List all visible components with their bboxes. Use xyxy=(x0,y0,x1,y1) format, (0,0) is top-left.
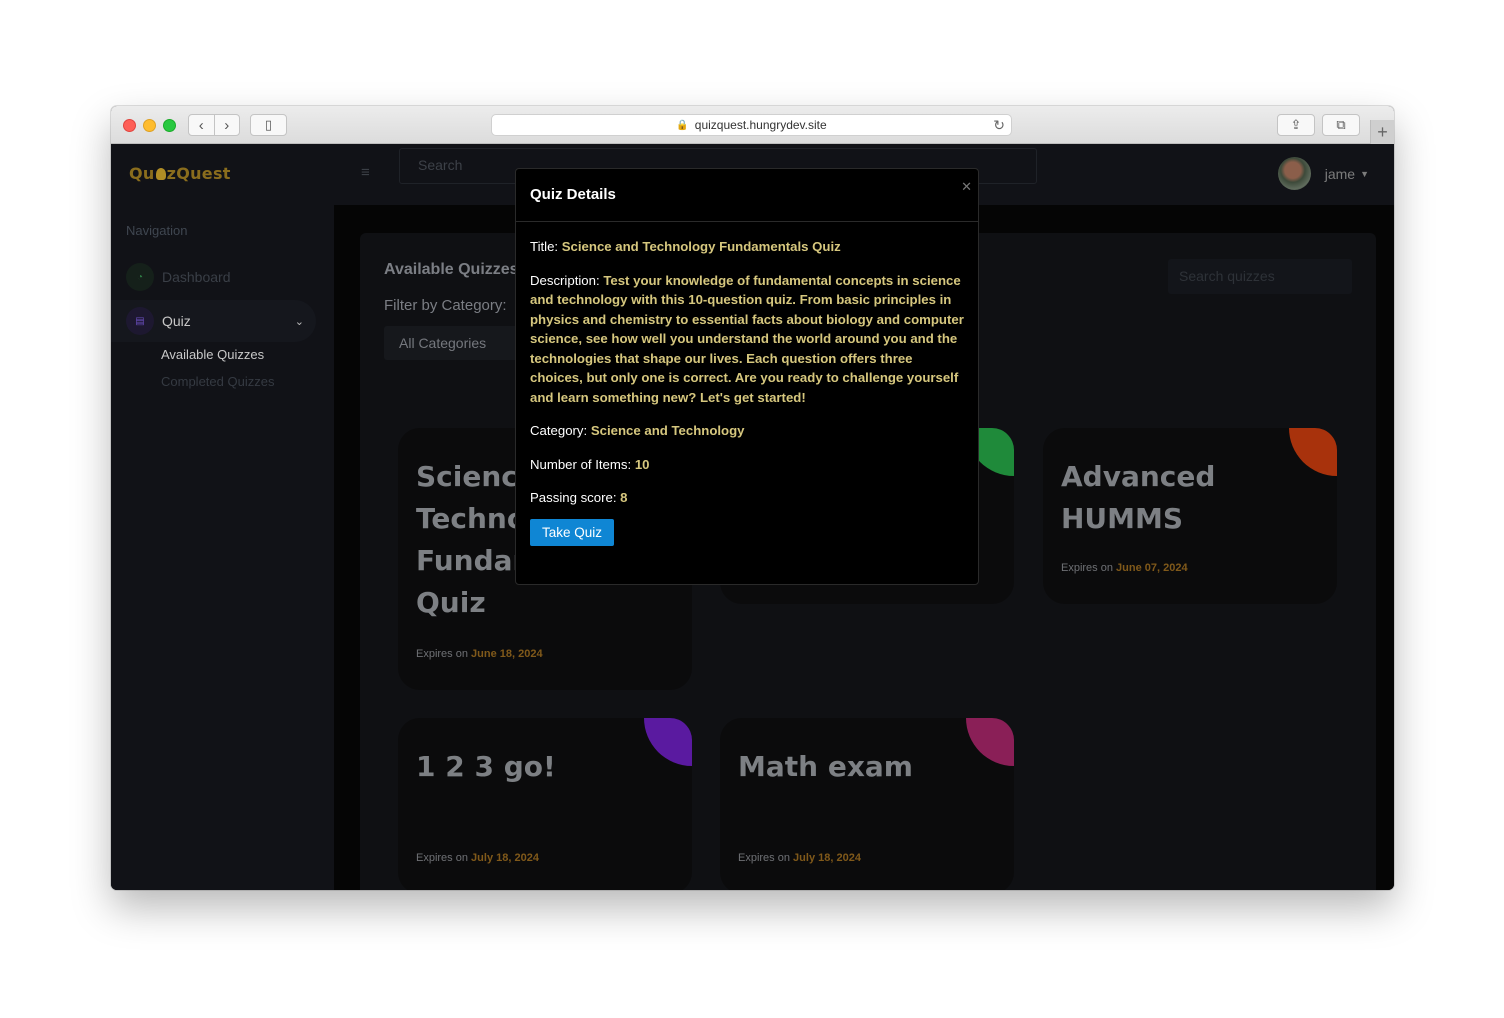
app-logo[interactable]: Qu zQuest xyxy=(129,164,231,183)
expires-date: June 18, 2024 xyxy=(471,648,543,660)
avatar[interactable] xyxy=(1277,157,1311,190)
sidebar-toggle-icon[interactable]: ▯ xyxy=(250,114,287,136)
quiz-card[interactable]: Math exam Expires on July 18, 2024 xyxy=(720,718,1014,890)
sidebar-item-quiz[interactable]: ▤ Quiz ⌄ xyxy=(111,300,316,342)
detail-label: Category: xyxy=(530,423,588,438)
detail-value: 8 xyxy=(620,490,628,505)
history-nav: ‹ › xyxy=(188,114,240,136)
reload-icon[interactable]: ↻ xyxy=(993,117,1005,134)
expires-label: Expires on xyxy=(1061,562,1113,574)
url-text: quizquest.hungrydev.site xyxy=(694,118,827,132)
detail-label: Number of Items: xyxy=(530,456,632,472)
nav-section-title: Navigation xyxy=(126,223,188,238)
quiz-card-expiry: Expires on June 07, 2024 xyxy=(1061,562,1188,574)
menu-icon[interactable]: ≡ xyxy=(361,164,370,181)
close-window-button[interactable] xyxy=(123,119,136,132)
detail-label: Passing score: xyxy=(530,490,617,505)
new-tab-icon[interactable]: + xyxy=(1370,120,1394,144)
filter-label: Filter by Category: xyxy=(384,297,507,314)
back-icon[interactable]: ‹ xyxy=(189,115,215,135)
detail-label: Description: xyxy=(530,272,600,288)
list-icon: ▤ xyxy=(126,307,154,335)
detail-description: Description: Test your knowledge of fund… xyxy=(530,271,964,408)
forward-icon[interactable]: › xyxy=(215,115,240,135)
close-icon[interactable]: ✕ xyxy=(961,179,972,195)
quiz-details-modal: Quiz Details ✕ Title: Science and Techno… xyxy=(515,168,979,585)
share-icon[interactable]: ⇪ xyxy=(1277,114,1315,136)
quiz-card-title: 1 2 3 go! xyxy=(416,750,556,783)
address-bar[interactable]: 🔒 quizquest.hungrydev.site ↻ xyxy=(491,114,1012,136)
modal-body: Title: Science and Technology Fundamenta… xyxy=(516,222,978,546)
sidebar-item-dashboard[interactable]: ◔ Dashboard xyxy=(111,256,316,298)
sidebar-item-label: Quiz xyxy=(162,313,191,329)
modal-header: Quiz Details ✕ xyxy=(516,169,978,222)
page-title: Available Quizzes xyxy=(384,261,519,278)
quiz-card[interactable]: Advanced HUMMS Expires on June 07, 2024 xyxy=(1043,428,1337,604)
detail-value: Test your knowledge of fundamental conce… xyxy=(530,272,964,405)
lock-icon: 🔒 xyxy=(676,119,689,131)
expires-date: June 07, 2024 xyxy=(1116,562,1188,574)
sidebar: Qu zQuest Navigation ◔ Dashboard ▤ Quiz ⌄… xyxy=(111,144,334,890)
detail-value: 10 xyxy=(634,456,650,472)
detail-items: Number of Items: 10 xyxy=(530,455,964,475)
detail-category: Category: Science and Technology xyxy=(530,421,964,441)
quiz-card-expiry: Expires on July 18, 2024 xyxy=(416,852,539,864)
tabs-overview-icon[interactable]: ⧉ xyxy=(1322,114,1360,136)
quiz-search-input[interactable]: Search quizzes xyxy=(1168,259,1352,294)
detail-value: Science and Technology xyxy=(590,423,745,438)
detail-label: Title: xyxy=(530,239,559,254)
detail-value: Science and Technology Fundamentals Quiz xyxy=(561,239,841,254)
sidebar-subitem-completed-quizzes[interactable]: Completed Quizzes xyxy=(161,374,274,389)
expires-label: Expires on xyxy=(738,852,790,864)
category-select[interactable]: All Categories xyxy=(384,326,534,360)
lightbulb-icon xyxy=(155,168,166,180)
chevron-down-icon: ⌄ xyxy=(294,315,304,328)
caret-down-icon: ▼ xyxy=(1360,168,1369,179)
quiz-card[interactable]: 1 2 3 go! Expires on July 18, 2024 xyxy=(398,718,692,890)
expires-label: Expires on xyxy=(416,648,468,660)
sidebar-subitem-available-quizzes[interactable]: Available Quizzes xyxy=(161,347,264,362)
modal-title: Quiz Details xyxy=(530,186,616,203)
expires-date: July 18, 2024 xyxy=(471,852,539,864)
detail-passing-score: Passing score: 8 xyxy=(530,488,964,508)
sidebar-item-label: Dashboard xyxy=(162,269,231,285)
speedometer-icon: ◔ xyxy=(126,263,154,291)
expires-label: Expires on xyxy=(416,852,468,864)
quiz-card-expiry: Expires on July 18, 2024 xyxy=(738,852,861,864)
user-name: jame xyxy=(1324,165,1356,182)
take-quiz-button[interactable]: Take Quiz xyxy=(530,518,615,546)
quiz-card-title: Math exam xyxy=(738,750,913,783)
detail-title: Title: Science and Technology Fundamenta… xyxy=(530,237,964,257)
expires-date: July 18, 2024 xyxy=(793,852,861,864)
quiz-card-title: Advanced HUMMS xyxy=(1061,460,1216,535)
logo-text-end: zQuest xyxy=(166,164,231,183)
quiz-card-expiry: Expires on June 18, 2024 xyxy=(416,648,543,660)
minimize-window-button[interactable] xyxy=(143,119,156,132)
zoom-window-button[interactable] xyxy=(163,119,176,132)
browser-toolbar: ‹ › ▯ 🔒 quizquest.hungrydev.site ↻ ⇪ ⧉ + xyxy=(111,106,1394,144)
user-menu[interactable]: jame ▼ xyxy=(1277,157,1369,190)
logo-text-start: Qu xyxy=(129,164,155,183)
